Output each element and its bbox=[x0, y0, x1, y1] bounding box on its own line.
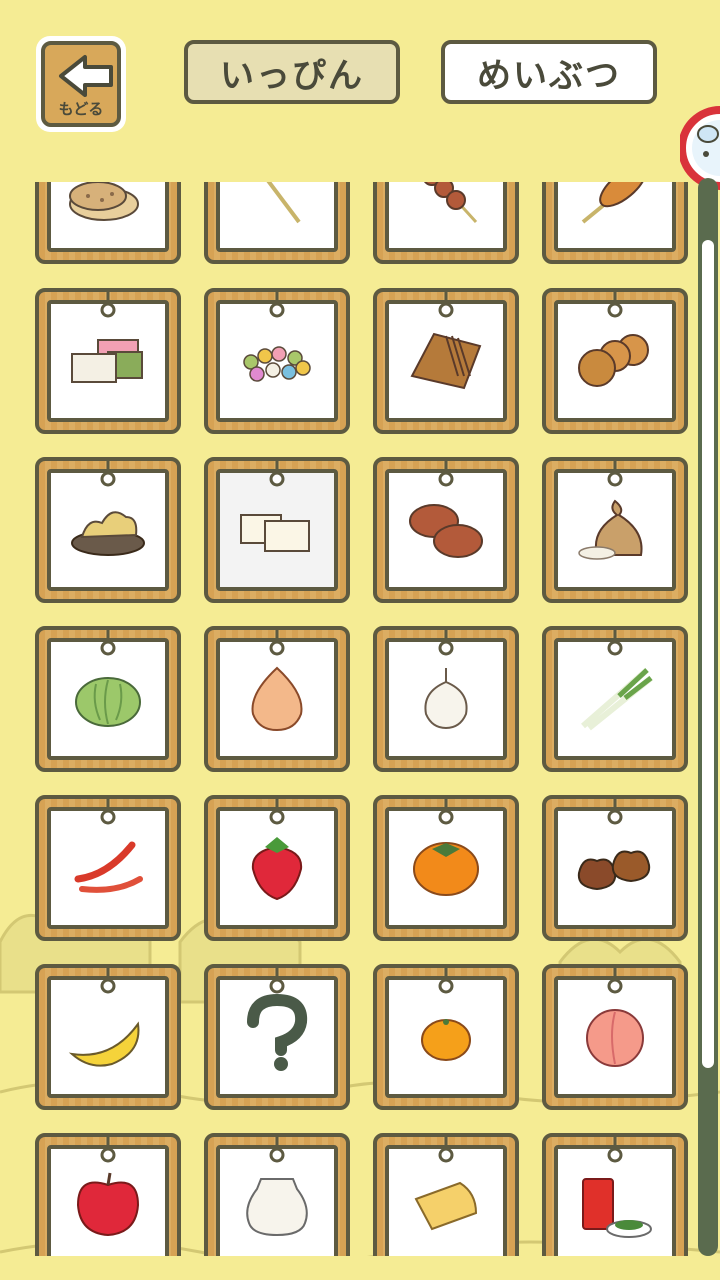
card-chestnut[interactable] bbox=[542, 795, 688, 941]
colored-candy-icon bbox=[243, 346, 311, 382]
peach-icon bbox=[586, 1009, 644, 1067]
card-persimmon[interactable] bbox=[373, 795, 519, 941]
hook-icon bbox=[100, 630, 116, 656]
scrollbar-thumb[interactable] bbox=[702, 240, 714, 1068]
hook-icon bbox=[269, 968, 285, 994]
hook-icon bbox=[607, 461, 623, 487]
card-mochi[interactable] bbox=[35, 288, 181, 434]
hook-icon bbox=[269, 461, 285, 487]
onion-icon bbox=[251, 666, 303, 732]
card-tea[interactable] bbox=[542, 1133, 688, 1256]
bun-icon bbox=[409, 504, 483, 558]
skewer-stick-icon bbox=[266, 182, 301, 224]
card-dorayaki[interactable] bbox=[542, 288, 688, 434]
mandarin-icon bbox=[421, 1019, 471, 1061]
card-corndog[interactable] bbox=[542, 182, 688, 264]
card-mandarin[interactable] bbox=[373, 964, 519, 1110]
card-pepper[interactable] bbox=[35, 795, 181, 941]
back-button[interactable]: もどる bbox=[36, 36, 126, 132]
hook-icon bbox=[269, 799, 285, 825]
hook-icon bbox=[269, 630, 285, 656]
hook-icon bbox=[607, 799, 623, 825]
hook-icon bbox=[438, 292, 454, 318]
hook-icon bbox=[438, 630, 454, 656]
apple-icon bbox=[76, 1172, 140, 1237]
persimmon-icon bbox=[413, 842, 479, 896]
hook-icon bbox=[607, 1137, 623, 1163]
layered-mochi-icon bbox=[71, 339, 143, 383]
tofu-icon bbox=[240, 514, 310, 552]
card-milk[interactable] bbox=[204, 1133, 350, 1256]
card-tofu[interactable] bbox=[204, 457, 350, 603]
card-apple[interactable] bbox=[35, 1133, 181, 1256]
hook-icon bbox=[607, 968, 623, 994]
frog-character-icon[interactable] bbox=[680, 98, 720, 192]
card-unknown[interactable] bbox=[204, 964, 350, 1110]
hook-icon bbox=[100, 1137, 116, 1163]
hook-icon bbox=[100, 292, 116, 318]
card-cheese[interactable] bbox=[373, 1133, 519, 1256]
hook-icon bbox=[269, 292, 285, 318]
dorayaki-icon bbox=[578, 334, 649, 387]
back-arrow-icon bbox=[59, 55, 113, 97]
card-strawberry[interactable] bbox=[204, 795, 350, 941]
rice-sack-icon bbox=[578, 499, 643, 560]
card-stick[interactable] bbox=[204, 182, 350, 264]
card-rice[interactable] bbox=[542, 457, 688, 603]
question-mark-icon bbox=[247, 993, 308, 1071]
leek-icon bbox=[581, 667, 653, 731]
back-button-label: もどる bbox=[58, 100, 104, 118]
tab-ippin[interactable]: いっぴん bbox=[184, 40, 400, 104]
chestnut-icon bbox=[577, 850, 651, 891]
hook-icon bbox=[269, 1137, 285, 1163]
hook-icon bbox=[607, 292, 623, 318]
tempura-plate-icon bbox=[71, 511, 145, 556]
collection-grid bbox=[0, 182, 720, 1256]
card-senbei[interactable] bbox=[35, 182, 181, 264]
card-candy[interactable] bbox=[204, 288, 350, 434]
hook-icon bbox=[607, 630, 623, 656]
hook-icon bbox=[100, 968, 116, 994]
hook-icon bbox=[438, 1137, 454, 1163]
banana-icon bbox=[68, 1021, 140, 1067]
rice-cracker-icon bbox=[69, 182, 139, 221]
milk-jug-icon bbox=[246, 1178, 308, 1237]
tea-can-icon bbox=[582, 1178, 652, 1238]
back-button-body: もどる bbox=[41, 41, 121, 127]
cabbage-icon bbox=[75, 677, 141, 727]
card-dango[interactable] bbox=[373, 182, 519, 264]
card-manju[interactable] bbox=[373, 457, 519, 603]
garlic-icon bbox=[424, 668, 468, 730]
card-banana[interactable] bbox=[35, 964, 181, 1110]
hook-icon bbox=[438, 461, 454, 487]
card-leek[interactable] bbox=[542, 626, 688, 772]
card-soba[interactable] bbox=[373, 288, 519, 434]
soba-package-icon bbox=[410, 332, 482, 390]
chili-pepper-icon bbox=[74, 841, 143, 893]
card-garlic[interactable] bbox=[373, 626, 519, 772]
card-tempura[interactable] bbox=[35, 457, 181, 603]
card-onion[interactable] bbox=[204, 626, 350, 772]
hook-icon bbox=[100, 799, 116, 825]
card-peach[interactable] bbox=[542, 964, 688, 1110]
top-bar: もどる いっぴん めいぶつ bbox=[0, 0, 720, 190]
cheese-icon bbox=[414, 1181, 478, 1231]
dango-icon bbox=[424, 182, 478, 224]
hook-icon bbox=[438, 799, 454, 825]
hook-icon bbox=[438, 968, 454, 994]
corn-dog-icon bbox=[581, 182, 647, 224]
card-cabbage[interactable] bbox=[35, 626, 181, 772]
strawberry-icon bbox=[251, 837, 303, 901]
hook-icon bbox=[100, 461, 116, 487]
tab-meibutsu[interactable]: めいぶつ bbox=[441, 40, 657, 104]
